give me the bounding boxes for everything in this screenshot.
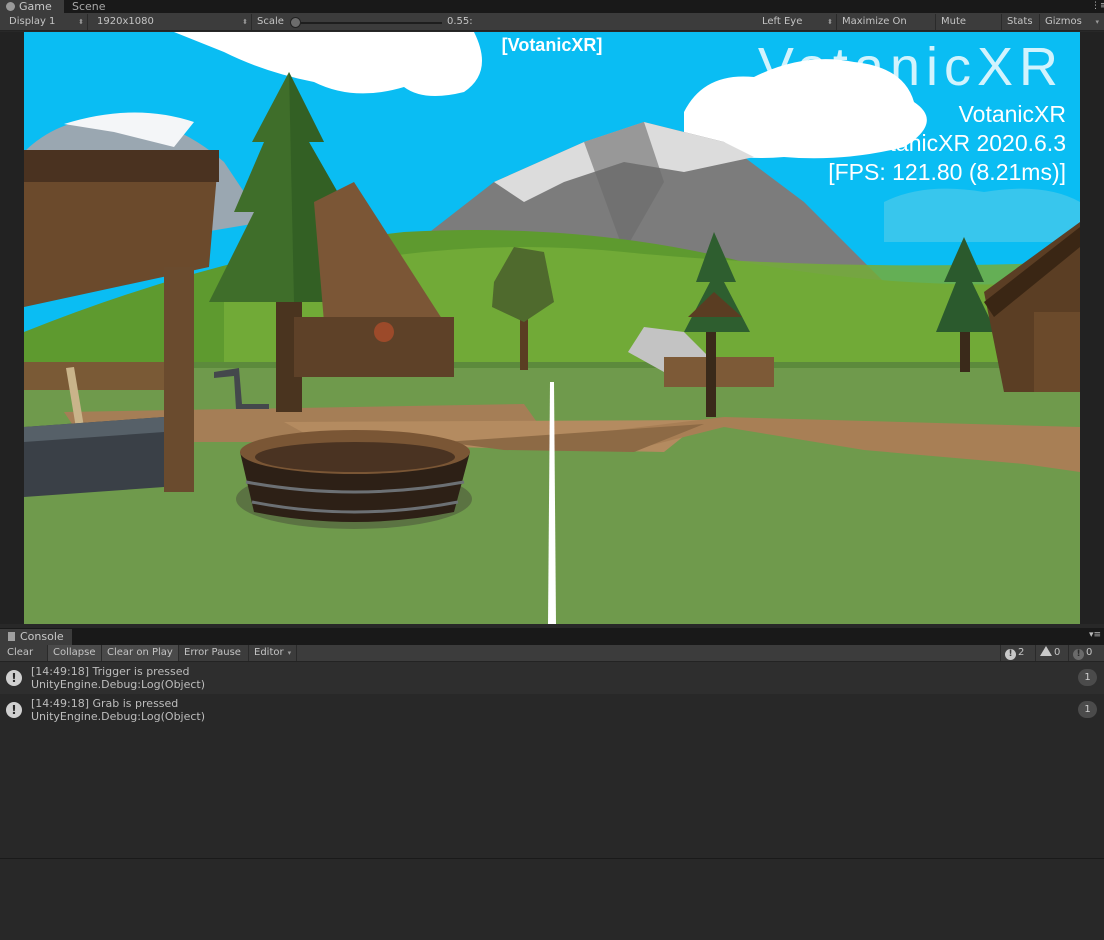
- error-icon: !: [1073, 649, 1084, 660]
- scale-slider-track[interactable]: [292, 22, 442, 24]
- eye-dropdown[interactable]: Left Eye ⬍: [757, 14, 837, 30]
- console-log-list[interactable]: ! [14:49:18] Trigger is pressed UnityEng…: [0, 662, 1104, 858]
- error-pause-toggle[interactable]: Error Pause: [179, 645, 249, 661]
- editor-dropdown[interactable]: Editor ▾: [249, 645, 297, 661]
- console-menu-icon[interactable]: ▾≡: [1089, 630, 1101, 640]
- fps-readout: [FPS: 121.80 (8.21ms)]: [828, 159, 1066, 185]
- gizmos-dropdown[interactable]: Gizmos ▾: [1040, 14, 1102, 30]
- info-icon: !: [1005, 649, 1016, 660]
- log-entry[interactable]: ! [14:49:18] Trigger is pressed UnityEng…: [0, 662, 1104, 694]
- log-count-badge: 1: [1078, 701, 1097, 718]
- votanicxr-logo: VotanicXR: [757, 37, 1064, 97]
- game-controller-icon: [6, 2, 15, 11]
- log-message: [14:49:18] Trigger is pressed: [31, 665, 190, 678]
- scale-label: Scale: [257, 16, 284, 27]
- clear-on-play-toggle[interactable]: Clear on Play: [102, 645, 179, 661]
- scene-render: [24, 32, 1080, 624]
- console-detail-area: [0, 859, 1104, 940]
- info-icon: !: [6, 670, 22, 686]
- warning-count-toggle[interactable]: 0: [1035, 645, 1068, 661]
- dropdown-arrow-icon: ⬍: [242, 18, 248, 26]
- console-toolbar: Clear Collapse Clear on Play Error Pause…: [0, 645, 1104, 662]
- maximize-on-play-toggle[interactable]: Maximize On Play: [837, 14, 936, 43]
- dropdown-arrow-icon: ▾: [287, 649, 292, 657]
- tab-console[interactable]: Console: [0, 629, 72, 645]
- info-icon: !: [6, 702, 22, 718]
- dropdown-arrow-icon: ⬍: [78, 18, 84, 26]
- dropdown-arrow-icon: ⬍: [827, 18, 833, 26]
- mute-audio-toggle[interactable]: Mute Audio: [936, 14, 1002, 43]
- log-count-badge: 1: [1078, 669, 1097, 686]
- log-stacktrace: UnityEngine.Debug:Log(Object): [31, 710, 206, 723]
- tab-scene[interactable]: Scene: [66, 0, 116, 13]
- brand-label: VotanicXR: [958, 101, 1066, 127]
- display-dropdown[interactable]: Display 1 ⬍: [4, 14, 88, 30]
- collapse-toggle[interactable]: Collapse: [48, 645, 102, 661]
- tab-menu-icon[interactable]: ⋮≡: [1091, 0, 1104, 12]
- resolution-dropdown[interactable]: 1920x1080 ⬍: [92, 14, 252, 30]
- scale-value: 0.55:: [447, 16, 473, 27]
- log-stacktrace: UnityEngine.Debug:Log(Object): [31, 678, 206, 691]
- stats-toggle[interactable]: Stats: [1002, 14, 1040, 30]
- game-viewport[interactable]: [VotanicXR] VotanicXR VotanicXR VotanicX…: [24, 32, 1080, 624]
- scale-slider-thumb[interactable]: [290, 17, 301, 28]
- warning-icon: [1040, 646, 1052, 656]
- version-label: VotanicXR 2020.6.3: [862, 130, 1066, 156]
- game-toolbar: Display 1 ⬍ 1920x1080 ⬍ Scale 0.55: Left E…: [0, 13, 1104, 43]
- console-icon: [8, 632, 15, 641]
- log-entry[interactable]: ! [14:49:18] Grab is pressed UnityEngine…: [0, 694, 1104, 726]
- tab-game[interactable]: Game: [0, 0, 64, 13]
- clear-button[interactable]: Clear: [2, 645, 48, 661]
- log-message: [14:49:18] Grab is pressed: [31, 697, 179, 710]
- game-tab-bar: Game Scene ⋮≡: [0, 0, 1104, 13]
- dropdown-arrow-icon: ▾: [1095, 18, 1099, 26]
- console-tab-bar: Console ▾≡: [0, 628, 1104, 645]
- error-count-toggle[interactable]: ! 0: [1068, 645, 1102, 661]
- info-count-toggle[interactable]: ! 2: [1000, 645, 1035, 661]
